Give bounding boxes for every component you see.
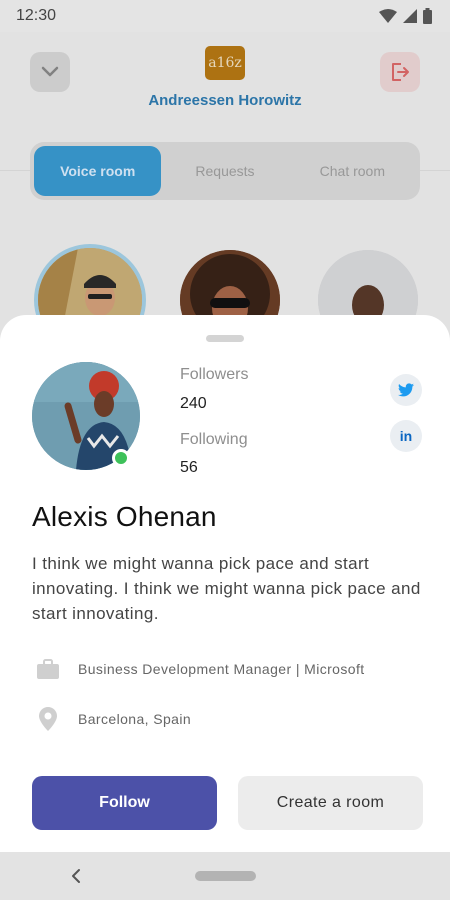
profile-sheet: Followers 240 Following 56 in Alexis Ohe…: [0, 315, 450, 852]
profile-name: Alexis Ohenan: [32, 501, 217, 532]
location-pin-icon: [36, 707, 60, 731]
back-chevron-icon: [72, 869, 80, 883]
followers-label: Followers: [180, 366, 249, 383]
follow-button[interactable]: Follow: [32, 776, 217, 830]
home-pill[interactable]: [195, 871, 256, 881]
following-label: Following: [180, 431, 248, 448]
briefcase-icon: [36, 657, 60, 681]
linkedin-button[interactable]: in: [390, 420, 422, 452]
status-bar: 12:30: [0, 0, 450, 32]
online-status-indicator: [112, 449, 130, 467]
cellular-icon: [403, 9, 417, 23]
battery-icon: [423, 8, 432, 24]
status-time: 12:30: [16, 7, 57, 24]
wifi-icon: [379, 9, 397, 23]
job-title: Business Development Manager | Microsoft: [78, 661, 365, 677]
location-text: Barcelona, Spain: [78, 711, 192, 727]
job-row: Business Development Manager | Microsoft: [36, 657, 365, 681]
status-icons: [379, 8, 432, 24]
following-count[interactable]: 56: [180, 459, 198, 477]
system-nav-bar: [0, 852, 450, 900]
location-row: Barcelona, Spain: [36, 707, 191, 731]
profile-bio: I think we might wanna pick pace and sta…: [32, 554, 421, 623]
linkedin-icon: in: [399, 428, 413, 444]
twitter-button[interactable]: [390, 374, 422, 406]
followers-count[interactable]: 240: [180, 395, 207, 413]
create-room-button[interactable]: Create a room: [238, 776, 423, 830]
sheet-drag-handle[interactable]: [206, 335, 244, 342]
twitter-icon: [398, 383, 414, 397]
back-button[interactable]: [66, 866, 86, 886]
